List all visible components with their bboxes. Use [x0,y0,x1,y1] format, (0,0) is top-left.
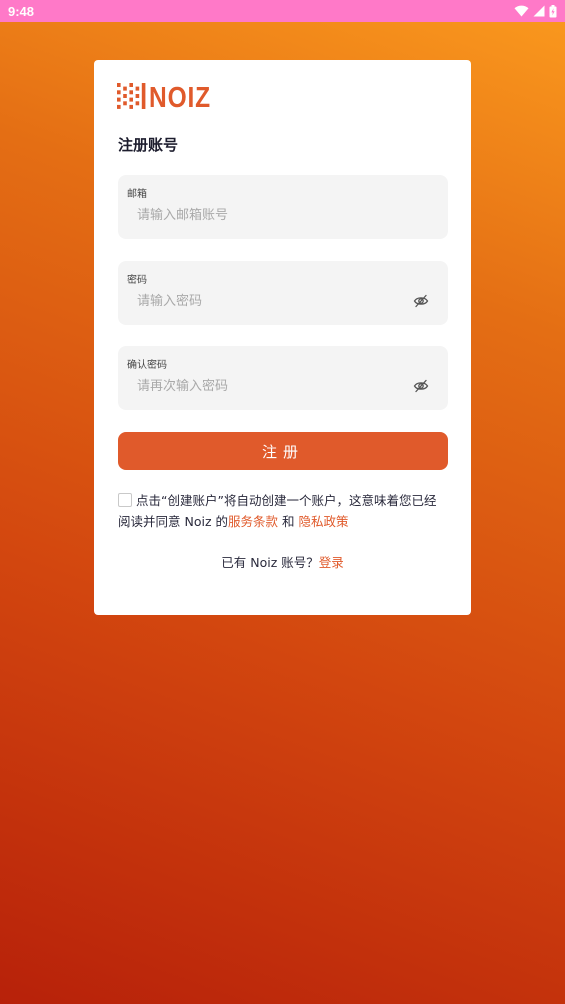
confirm-password-label: 确认密码 [127,360,167,371]
status-time: 9:48 [8,3,35,19]
login-prompt-line: 已有 Noiz 账号？登录 [94,552,471,571]
email-label: 邮箱 [127,189,147,200]
agreement-checkbox[interactable] [118,493,132,507]
signal-icon [533,5,545,17]
agreement-and: 和 [278,514,299,529]
page-title: 注册账号 [118,136,179,154]
signup-screen: 9:48 NOIZ 注册账号 邮箱 请输入邮箱账号 密码 确认密码 注册 点击“… [0,0,565,1004]
status-icons [514,4,557,18]
terms-of-service-link[interactable]: 服务条款 [228,514,278,529]
battery-icon [549,4,557,17]
logo-wordmark: NOIZ [149,83,211,109]
password-field[interactable]: 密码 [118,261,448,325]
register-button[interactable]: 注册 [118,432,448,470]
wifi-icon [514,5,529,17]
eye-slash-icon[interactable] [413,378,429,394]
confirm-password-input[interactable] [137,374,407,398]
privacy-policy-link[interactable]: 隐私政策 [298,514,348,529]
email-input[interactable] [137,203,407,227]
password-input[interactable] [137,289,407,313]
signup-card: NOIZ 注册账号 邮箱 密码 确认密码 注册 点击 [94,60,471,615]
password-label: 密码 [127,275,147,286]
agreement-text: 点击“创建账户”将自动创建一个账户，这意味着您已经阅读并同意 Noiz 的服务条… [118,490,448,532]
confirm-password-field[interactable]: 确认密码 [118,346,448,410]
status-bar: 9:48 [0,0,565,22]
login-link[interactable]: 登录 [319,555,344,570]
login-prompt: 已有 Noiz 账号？ [221,555,319,570]
noiz-logo: NOIZ [117,83,211,109]
eye-slash-icon[interactable] [413,293,429,309]
email-field[interactable]: 邮箱 [118,175,448,239]
